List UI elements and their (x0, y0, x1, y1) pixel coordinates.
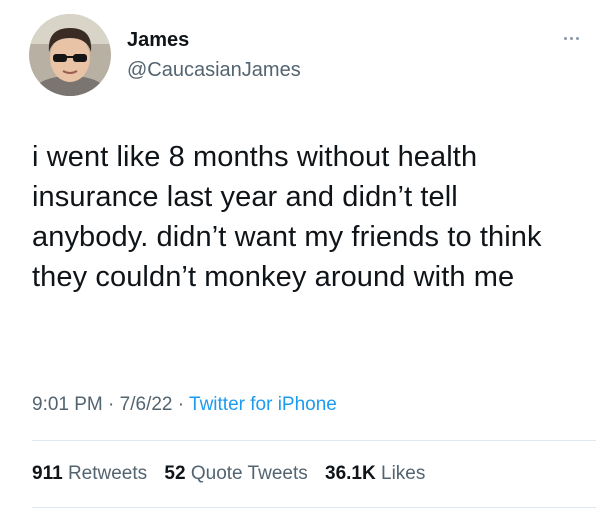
meta-separator: · (108, 394, 115, 415)
author-avatar[interactable] (29, 14, 111, 96)
author-handle[interactable]: @CaucasianJames (127, 58, 301, 82)
more-options-icon[interactable] (556, 28, 586, 48)
likes-label: Likes (381, 463, 426, 484)
tweet-meta: 9:01 PM · 7/6/22 · Twitter for iPhone (32, 392, 337, 418)
more-dot (569, 36, 573, 40)
retweets-stat[interactable]: 911 Retweets (32, 463, 152, 484)
more-dot (575, 36, 579, 40)
more-dot (563, 36, 567, 40)
likes-stat[interactable]: 36.1K Likes (325, 463, 425, 484)
retweets-label: Retweets (67, 463, 148, 484)
divider (32, 507, 596, 508)
author-names: James @CaucasianJames (127, 28, 301, 82)
divider (32, 440, 596, 441)
tweet-date[interactable]: 7/6/22 (120, 394, 173, 415)
tweet-stats: 911 Retweets 52 Quote Tweets 36.1K Likes (32, 461, 437, 487)
author-display-name[interactable]: James (127, 28, 301, 52)
likes-count: 36.1K (325, 463, 376, 484)
quote-tweets-label: Quote Tweets (190, 463, 308, 484)
tweet-text: i went like 8 months without health insu… (32, 141, 542, 293)
tweet-card: James @CaucasianJames i went like 8 mont… (0, 0, 600, 513)
retweets-count: 911 (32, 463, 63, 484)
tweet-source-link[interactable]: Twitter for iPhone (189, 394, 337, 415)
avatar-image (29, 14, 111, 96)
quote-tweets-stat[interactable]: 52 Quote Tweets (164, 463, 313, 484)
meta-separator: · (177, 394, 185, 415)
tweet-time[interactable]: 9:01 PM (32, 394, 103, 415)
quote-tweets-count: 52 (164, 463, 186, 484)
